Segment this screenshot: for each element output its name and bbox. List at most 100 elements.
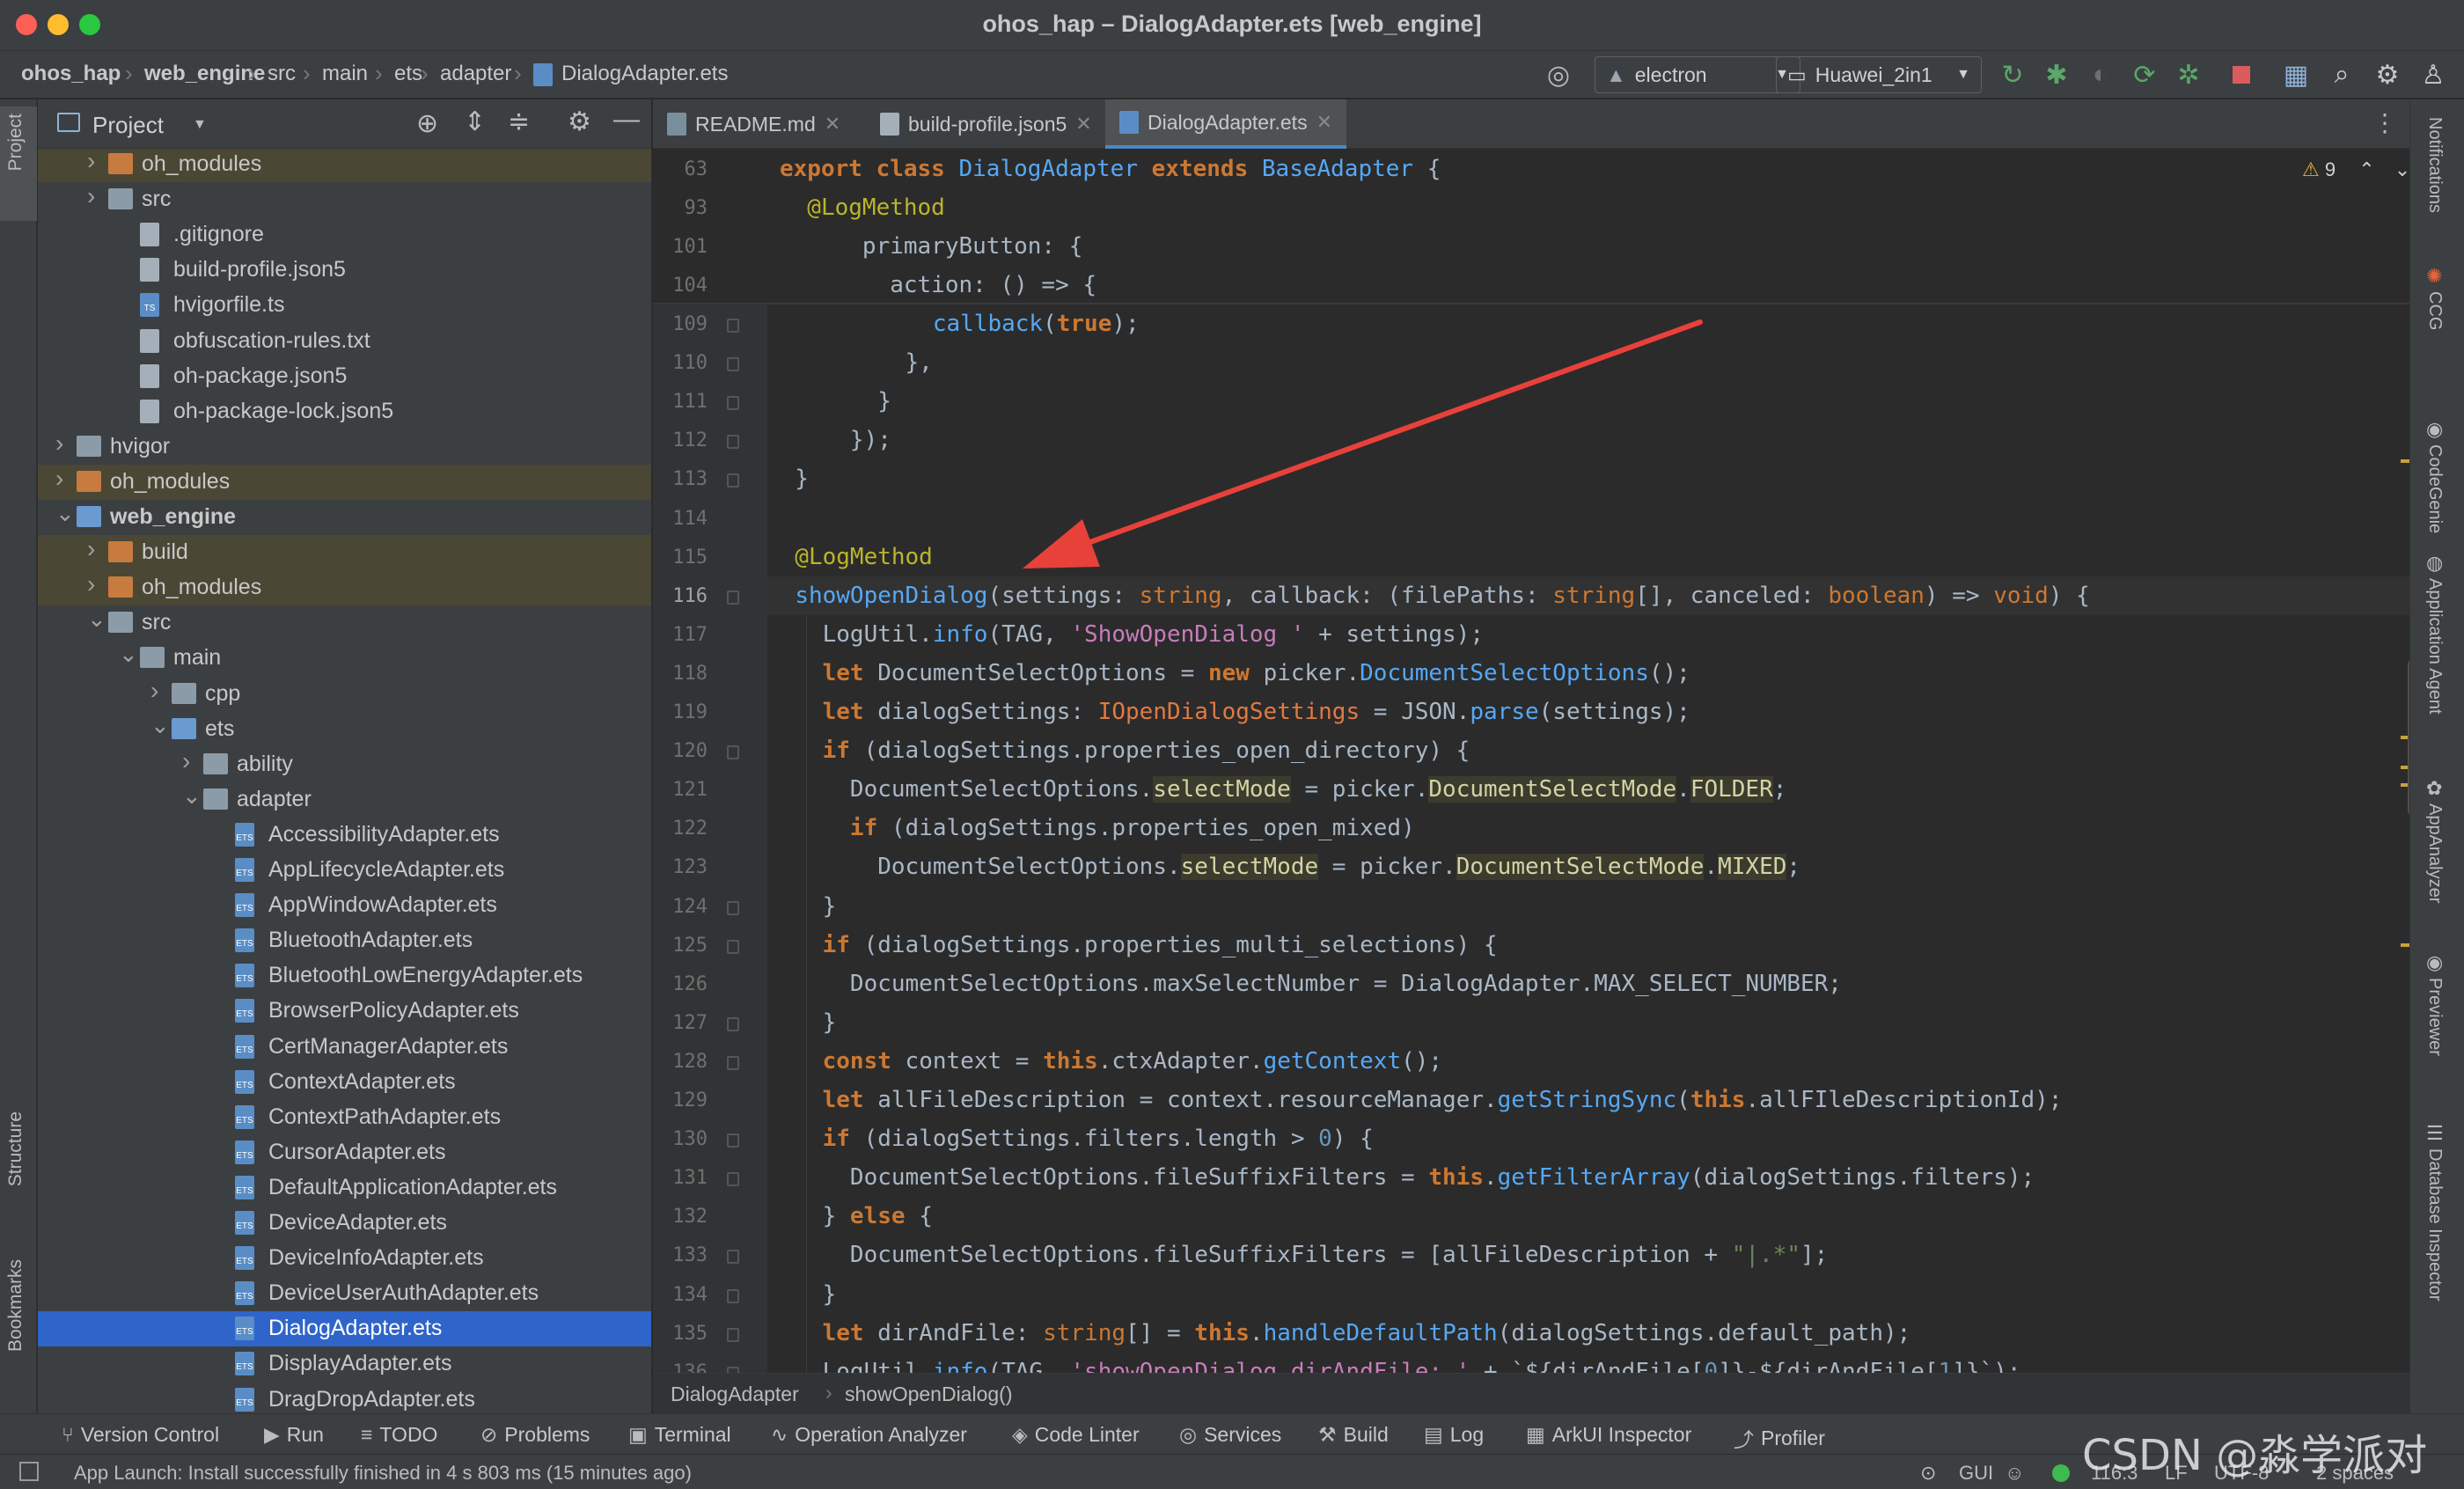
code-line[interactable]: });: [767, 421, 2409, 459]
tree-item[interactable]: ETS DeviceInfoAdapter.ets: [38, 1241, 651, 1276]
tool-window-build[interactable]: ⚒ Build: [1318, 1423, 1389, 1447]
run-config-select[interactable]: ▲ electron ▼: [1595, 56, 1800, 93]
code-line[interactable]: callback(true);: [767, 304, 2409, 343]
line-number[interactable]: 116: [653, 585, 708, 607]
project-panel-title[interactable]: Project: [92, 112, 164, 139]
account-icon[interactable]: ♙: [2416, 58, 2450, 92]
line-number[interactable]: 130: [653, 1128, 708, 1150]
fold-marker-icon[interactable]: [727, 1288, 739, 1303]
profile-icon[interactable]: ✲: [2172, 58, 2205, 92]
chevron-right-icon[interactable]: ›: [55, 465, 63, 493]
tree-item[interactable]: ⌄ web_engine: [38, 500, 651, 535]
tree-item[interactable]: ETS DefaultApplicationAdapter.ets: [38, 1170, 651, 1206]
code-line[interactable]: }: [767, 1275, 2409, 1314]
chevron-down-icon[interactable]: ⌄: [2394, 158, 2410, 180]
fold-marker-icon[interactable]: [727, 435, 739, 450]
tool-window-log[interactable]: ▤ Log: [1424, 1423, 1484, 1447]
code-line[interactable]: DocumentSelectOptions.maxSelectNumber = …: [767, 965, 2409, 1003]
stop-icon[interactable]: [2225, 58, 2258, 92]
tool-window-problems[interactable]: ⊘ Problems: [480, 1423, 590, 1447]
code-line[interactable]: DocumentSelectOptions.fileSuffixFilters …: [767, 1236, 2409, 1274]
tree-item[interactable]: ⌄ main: [38, 641, 651, 676]
chevron-right-icon[interactable]: ›: [182, 747, 190, 775]
fold-marker-icon[interactable]: [727, 939, 739, 954]
tree-item[interactable]: ⌄ adapter: [38, 782, 651, 818]
tab-build-profile[interactable]: build-profile.json5 ✕: [866, 99, 1106, 149]
code-line[interactable]: DocumentSelectOptions.fileSuffixFilters …: [767, 1158, 2409, 1197]
tool-window-services[interactable]: ◎ Services: [1179, 1423, 1281, 1447]
tree-item[interactable]: › oh_modules: [38, 149, 651, 182]
tree-item[interactable]: ETS BluetoothAdapter.ets: [38, 923, 651, 958]
tool-tab-database-inspector[interactable]: Database Inspector: [2424, 1148, 2445, 1301]
code-line[interactable]: let dialogSettings: IOpenDialogSettings …: [767, 693, 2409, 731]
tool-window-version-control[interactable]: ⑂ Version Control: [62, 1423, 219, 1447]
code-line[interactable]: LogUtil.info(TAG, 'showOpenDialog dirAnd…: [767, 1353, 2409, 1373]
tab-dialog-adapter[interactable]: DialogAdapter.ets ✕: [1105, 99, 1347, 149]
code-line[interactable]: showOpenDialog(settings: string, callbac…: [767, 576, 2409, 615]
line-number[interactable]: 119: [653, 701, 708, 723]
hide-panel-icon[interactable]: —: [613, 105, 640, 135]
line-number[interactable]: 124: [653, 896, 708, 918]
tree-item[interactable]: › build: [38, 535, 651, 571]
breadcrumb-item[interactable]: src: [268, 62, 296, 86]
code-line[interactable]: }: [767, 459, 2409, 498]
tree-item[interactable]: ETS ContextAdapter.ets: [38, 1065, 651, 1100]
line-number[interactable]: 125: [653, 935, 708, 957]
line-number[interactable]: 112: [653, 429, 708, 451]
project-structure-icon[interactable]: ▦: [2279, 58, 2313, 92]
code-line[interactable]: if (dialogSettings.filters.length > 0) {: [767, 1119, 2409, 1158]
chevron-right-icon[interactable]: ›: [150, 677, 158, 705]
tree-item[interactable]: oh-package.json5: [38, 359, 651, 394]
sticky-line-number[interactable]: 63: [653, 158, 708, 180]
breadcrumb-method[interactable]: showOpenDialog(): [845, 1383, 1012, 1406]
tool-tab-project[interactable]: Project: [5, 114, 26, 171]
tree-item[interactable]: › hvigor: [38, 429, 651, 465]
code-line[interactable]: let dirAndFile: string[] = this.handleDe…: [767, 1314, 2409, 1353]
chevron-right-icon[interactable]: ›: [87, 149, 95, 175]
breadcrumb-item[interactable]: adapter: [440, 62, 511, 86]
code-line[interactable]: if (dialogSettings.properties_multi_sele…: [767, 926, 2409, 965]
warning-indicator[interactable]: ⚠ 9 ⌃ ⌄: [2302, 158, 2410, 181]
tree-item[interactable]: ETS DialogAdapter.ets: [38, 1311, 651, 1347]
tree-item[interactable]: obfuscation-rules.txt: [38, 324, 651, 359]
fold-marker-icon[interactable]: [727, 1250, 739, 1265]
code-line[interactable]: let DocumentSelectOptions = new picker.D…: [767, 654, 2409, 693]
code-line[interactable]: if (dialogSettings.properties_open_mixed…: [767, 809, 2409, 847]
search-icon[interactable]: ⌕: [2325, 58, 2358, 92]
more-options-icon[interactable]: ⋮: [2372, 108, 2397, 137]
breadcrumb-class[interactable]: DialogAdapter: [671, 1383, 799, 1406]
fold-marker-icon[interactable]: [727, 1172, 739, 1187]
fold-marker-icon[interactable]: [727, 1055, 739, 1070]
sticky-line-number[interactable]: 93: [653, 197, 708, 219]
line-number[interactable]: 114: [653, 508, 708, 530]
chevron-right-icon[interactable]: ›: [55, 429, 63, 458]
attach-debugger-icon[interactable]: ◐: [2084, 58, 2117, 92]
line-number[interactable]: 115: [653, 546, 708, 568]
chevron-right-icon[interactable]: ›: [87, 182, 95, 210]
tree-item[interactable]: › cpp: [38, 677, 651, 712]
debug-icon[interactable]: ✱: [2040, 58, 2073, 92]
tool-window-terminal[interactable]: ▣ Terminal: [628, 1423, 731, 1447]
tree-item[interactable]: oh-package-lock.json5: [38, 394, 651, 429]
tree-item[interactable]: ETS AppWindowAdapter.ets: [38, 888, 651, 923]
chevron-right-icon[interactable]: ›: [87, 570, 95, 598]
code-line[interactable]: DocumentSelectOptions.selectMode = picke…: [767, 847, 2409, 886]
tree-item[interactable]: ETS CursorAdapter.ets: [38, 1135, 651, 1170]
tool-tab-previewer[interactable]: Previewer: [2424, 978, 2445, 1056]
sticky-code-line[interactable]: export class DialogAdapter extends BaseA…: [767, 150, 2409, 188]
line-number[interactable]: 118: [653, 663, 708, 685]
breadcrumb-item[interactable]: web_engine: [144, 62, 265, 86]
tree-item[interactable]: .gitignore: [38, 217, 651, 253]
status-message[interactable]: App Launch: Install successfully finishe…: [74, 1462, 692, 1485]
line-number[interactable]: 133: [653, 1244, 708, 1266]
tool-tab-structure[interactable]: Structure: [5, 1111, 26, 1186]
line-number[interactable]: 109: [653, 313, 708, 335]
tool-window-run[interactable]: ▶ Run: [264, 1423, 324, 1447]
fold-marker-icon[interactable]: [727, 473, 739, 488]
breadcrumb-item[interactable]: ets: [394, 62, 422, 86]
collapse-all-icon[interactable]: ≑: [508, 106, 530, 137]
chevron-down-icon[interactable]: ⌄: [87, 605, 106, 633]
breadcrumb-item[interactable]: ohos_hap: [21, 62, 121, 86]
chevron-up-icon[interactable]: ⌃: [2358, 158, 2374, 180]
line-number[interactable]: 120: [653, 740, 708, 762]
